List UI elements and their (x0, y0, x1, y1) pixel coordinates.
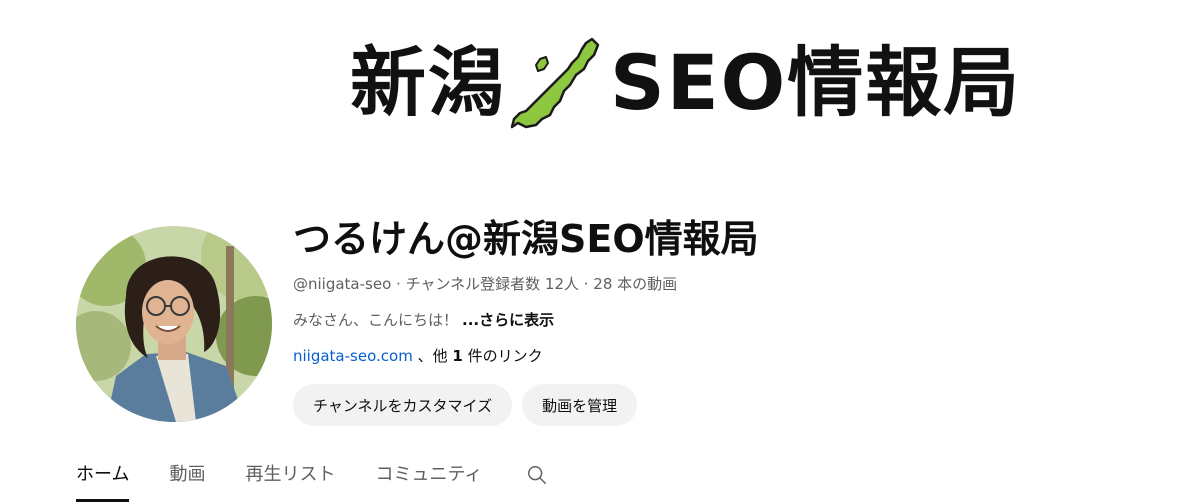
tab-home[interactable]: ホーム (76, 458, 130, 502)
search-icon[interactable] (522, 458, 552, 492)
website-link[interactable]: niigata-seo.com (293, 347, 413, 365)
meta-separator: · (578, 275, 594, 293)
links-count: 1 (452, 347, 463, 365)
channel-description[interactable]: みなさん、こんにちは！ ...さらに表示 (293, 310, 1173, 330)
channel-tabs: ホーム 動画 再生リスト コミュニティ (76, 458, 552, 502)
video-count: 28 本の動画 (593, 275, 678, 293)
links-suffix-post[interactable]: 件のリンク (463, 347, 543, 365)
channel-meta: @niigata-seo · チャンネル登録者数 12人 · 28 本の動画 (293, 274, 1173, 294)
niigata-map-icon (510, 37, 600, 129)
channel-info: つるけん@新潟SEO情報局 @niigata-seo · チャンネル登録者数 1… (293, 216, 1173, 426)
channel-name: つるけん@新潟SEO情報局 (293, 217, 759, 261)
subscriber-count: チャンネル登録者数 12人 (405, 275, 579, 293)
description-text: みなさん、こんにちは！ (293, 311, 459, 329)
show-more-link[interactable]: ...さらに表示 (462, 311, 554, 329)
banner-text-left: 新潟 (350, 38, 506, 127)
channel-handle: @niigata-seo (293, 275, 392, 293)
avatar-photo (76, 226, 272, 422)
tab-playlists[interactable]: 再生リスト (245, 458, 335, 502)
manage-videos-button[interactable]: 動画を管理 (522, 384, 638, 426)
links-suffix-pre: 、他 (412, 347, 453, 365)
channel-links: niigata-seo.com 、他 1 件のリンク (293, 346, 1173, 366)
tab-videos[interactable]: 動画 (169, 458, 205, 502)
tab-community[interactable]: コミュニティ (375, 458, 482, 502)
banner-text-right: SEO情報局 (610, 38, 1022, 127)
channel-avatar[interactable] (76, 226, 272, 422)
meta-separator: · (391, 275, 406, 293)
channel-page: 新潟 SEO情報局 つるけん@新潟SEO情報局 @niigata-seo · チ… (0, 0, 1200, 502)
customize-channel-button[interactable]: チャンネルをカスタマイズ (293, 384, 513, 426)
channel-actions: チャンネルをカスタマイズ 動画を管理 (293, 384, 1173, 426)
channel-banner: 新潟 SEO情報局 (350, 28, 1130, 138)
